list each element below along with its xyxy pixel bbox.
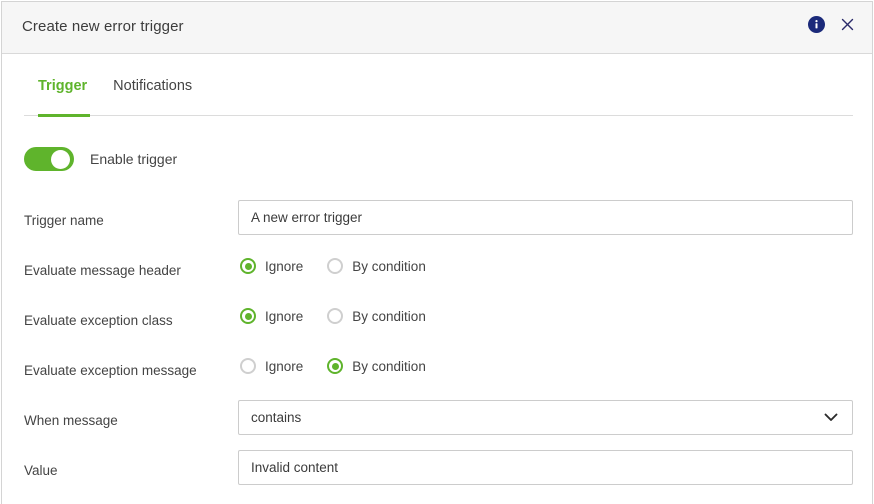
radio-label: By condition	[352, 259, 426, 274]
radio-exception-class-ignore[interactable]: Ignore	[240, 308, 303, 324]
radio-label: Ignore	[265, 259, 303, 274]
value-row: Value	[2, 448, 873, 498]
radio-label: Ignore	[265, 359, 303, 374]
create-error-trigger-dialog: Create new error trigger Trigger Notific…	[1, 1, 873, 504]
radio-label: By condition	[352, 359, 426, 374]
radio-message-header-ignore[interactable]: Ignore	[240, 258, 303, 274]
radio-circle-icon	[327, 258, 343, 274]
tab-divider	[24, 115, 853, 116]
value-input[interactable]	[238, 450, 853, 485]
radio-label: Ignore	[265, 309, 303, 324]
evaluate-exception-class-radio-group: Ignore By condition	[240, 308, 426, 324]
trigger-name-row: Trigger name	[2, 198, 873, 248]
dialog-title: Create new error trigger	[22, 18, 184, 35]
when-message-row: When message contains	[2, 398, 873, 448]
radio-circle-icon	[240, 258, 256, 274]
tab-trigger[interactable]: Trigger	[38, 78, 87, 108]
tab-bar: Trigger Notifications	[2, 78, 872, 128]
info-icon[interactable]	[808, 16, 825, 33]
radio-circle-icon	[240, 358, 256, 374]
toggle-knob	[51, 150, 70, 169]
when-message-value: contains	[251, 410, 824, 425]
radio-exception-message-by-condition[interactable]: By condition	[327, 358, 426, 374]
radio-exception-class-by-condition[interactable]: By condition	[327, 308, 426, 324]
titlebar-actions	[808, 16, 856, 33]
value-label: Value	[24, 463, 58, 478]
evaluate-message-header-row: Evaluate message header Ignore By condit…	[2, 248, 873, 298]
radio-circle-icon	[327, 308, 343, 324]
enable-trigger-row: Enable trigger	[24, 147, 177, 171]
enable-trigger-label: Enable trigger	[90, 151, 177, 167]
active-tab-indicator	[38, 114, 90, 117]
enable-trigger-toggle[interactable]	[24, 147, 74, 171]
radio-label: By condition	[352, 309, 426, 324]
evaluate-exception-class-row: Evaluate exception class Ignore By condi…	[2, 298, 873, 348]
when-message-label: When message	[24, 413, 118, 428]
evaluate-message-header-label: Evaluate message header	[24, 263, 181, 278]
evaluate-exception-class-label: Evaluate exception class	[24, 313, 173, 328]
evaluate-exception-message-label: Evaluate exception message	[24, 363, 197, 378]
chevron-down-icon	[824, 413, 838, 422]
evaluate-exception-message-radio-group: Ignore By condition	[240, 358, 426, 374]
radio-circle-icon	[327, 358, 343, 374]
when-message-select[interactable]: contains	[238, 400, 853, 435]
dialog-titlebar: Create new error trigger	[2, 2, 872, 54]
close-icon[interactable]	[839, 16, 856, 33]
trigger-name-input[interactable]	[238, 200, 853, 235]
evaluate-message-header-radio-group: Ignore By condition	[240, 258, 426, 274]
evaluate-exception-message-row: Evaluate exception message Ignore By con…	[2, 348, 873, 398]
trigger-form: Trigger name Evaluate message header Ign…	[2, 198, 873, 498]
radio-message-header-by-condition[interactable]: By condition	[327, 258, 426, 274]
tab-list: Trigger Notifications	[38, 78, 192, 108]
tab-notifications[interactable]: Notifications	[113, 78, 192, 108]
radio-exception-message-ignore[interactable]: Ignore	[240, 358, 303, 374]
radio-circle-icon	[240, 308, 256, 324]
trigger-name-label: Trigger name	[24, 213, 104, 228]
